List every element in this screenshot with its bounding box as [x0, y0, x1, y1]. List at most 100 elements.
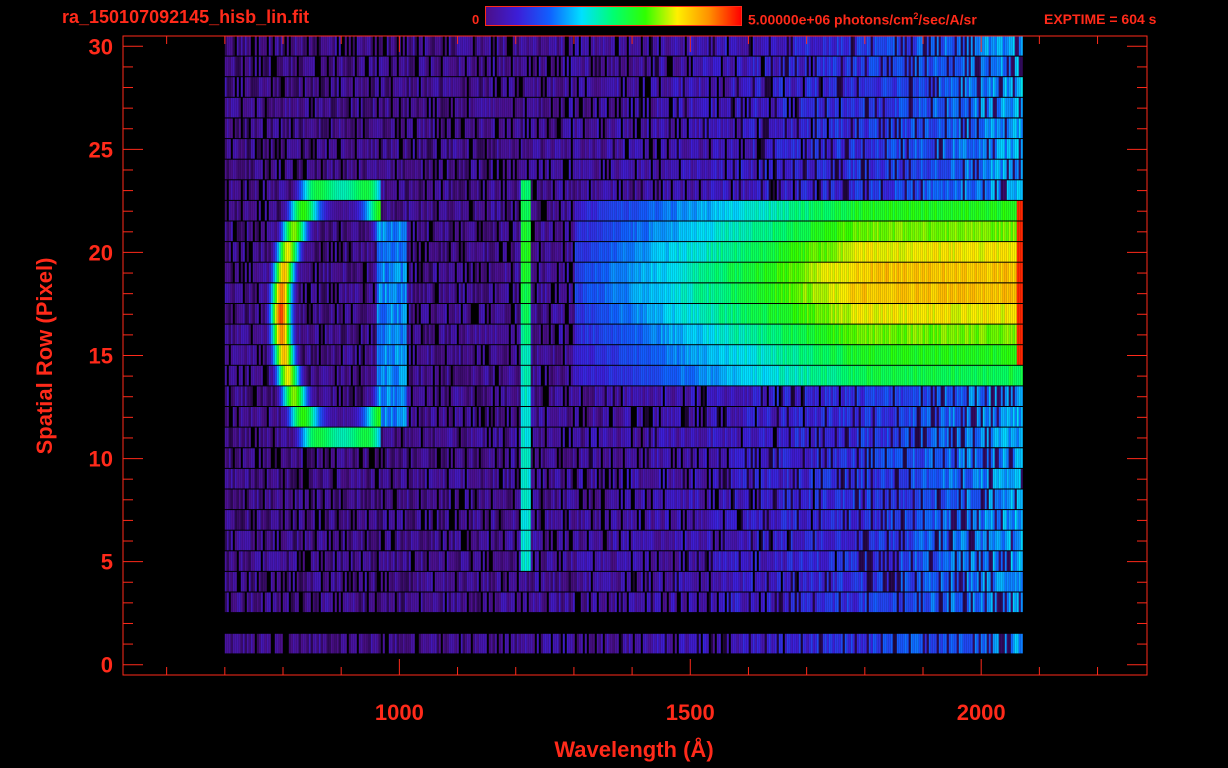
heatmap-cell — [804, 633, 807, 654]
heatmap-cell — [364, 592, 367, 613]
heatmap-cell — [792, 448, 795, 468]
heatmap-cell — [682, 448, 685, 468]
heatmap-cell — [734, 489, 737, 510]
heatmap-cell — [348, 407, 351, 427]
heatmap-cell — [972, 386, 975, 406]
heatmap-cell — [556, 592, 559, 613]
heatmap-cell — [238, 489, 241, 510]
heatmap-cell — [576, 571, 579, 592]
heatmap-cell — [396, 345, 399, 365]
heatmap-cell — [652, 407, 655, 427]
heatmap-cell — [906, 489, 909, 510]
heatmap-cell — [998, 448, 1001, 468]
heatmap-cell — [316, 345, 319, 365]
heatmap-cell — [792, 386, 795, 406]
heatmap-cell — [694, 345, 697, 365]
heatmap-cell — [764, 530, 767, 551]
heatmap-cell — [866, 365, 869, 386]
heatmap-cell — [758, 571, 761, 592]
heatmap-cell — [760, 468, 763, 489]
heatmap-cell — [818, 592, 821, 613]
heatmap-cell — [482, 345, 485, 365]
heatmap-cell — [798, 510, 801, 530]
heatmap-cell — [972, 468, 975, 489]
heatmap-cell — [920, 510, 923, 530]
heatmap-cell — [868, 489, 871, 510]
heatmap-cell — [800, 633, 803, 654]
heatmap-cell — [726, 530, 729, 551]
heatmap-cell — [460, 571, 463, 592]
heatmap-cell — [560, 407, 563, 427]
heatmap-cell — [324, 551, 327, 571]
heatmap-cell — [746, 530, 749, 551]
heatmap-cell — [280, 365, 283, 386]
heatmap-cell — [794, 407, 797, 427]
heatmap-cell — [760, 633, 763, 654]
heatmap-cell — [496, 592, 499, 613]
heatmap-cell — [408, 551, 411, 571]
heatmap-cell — [750, 551, 753, 571]
heatmap-cell — [568, 345, 571, 365]
heatmap-cell — [278, 571, 281, 592]
heatmap-cell — [392, 407, 395, 427]
heatmap-cell — [910, 365, 913, 386]
heatmap-cell — [544, 551, 547, 571]
heatmap-cell — [390, 427, 393, 448]
heatmap-cell — [264, 386, 267, 406]
heatmap-cell — [576, 510, 579, 530]
heatmap-cell — [844, 448, 847, 468]
heatmap-cell — [916, 448, 919, 468]
heatmap-cell — [878, 571, 881, 592]
heatmap-cell — [548, 592, 551, 613]
heatmap-cell — [778, 448, 781, 468]
heatmap-cell — [922, 427, 925, 448]
heatmap-cell — [446, 510, 449, 530]
heatmap-cell — [784, 386, 787, 406]
heatmap-cell — [286, 592, 289, 613]
heatmap-cell — [542, 427, 545, 448]
heatmap-cell — [242, 386, 245, 406]
heatmap-cell — [738, 448, 741, 468]
heatmap-cell — [736, 448, 739, 468]
heatmap-cell — [642, 530, 645, 551]
heatmap-cell — [252, 345, 255, 365]
heatmap-cell — [536, 489, 539, 510]
heatmap-cell — [446, 386, 449, 406]
heatmap-cell — [846, 489, 849, 510]
heatmap-cell — [562, 489, 565, 510]
heatmap-cell — [860, 571, 863, 592]
heatmap-cell — [510, 407, 513, 427]
heatmap-cell — [684, 592, 687, 613]
heatmap-cell — [592, 365, 595, 386]
heatmap-cell — [932, 571, 935, 592]
heatmap-cell — [914, 510, 917, 530]
heatmap-cell — [888, 407, 891, 427]
heatmap-cell — [930, 386, 933, 406]
heatmap-cell — [1012, 633, 1015, 654]
heatmap-cell — [272, 468, 275, 489]
heatmap-cell — [704, 468, 707, 489]
heatmap-cell — [408, 530, 411, 551]
heatmap-cell — [686, 386, 689, 406]
heatmap-cell — [448, 551, 451, 571]
heatmap-cell — [758, 365, 761, 386]
heatmap-cell — [424, 448, 427, 468]
heatmap-cell — [438, 345, 441, 365]
heatmap-cell — [282, 530, 285, 551]
heatmap-cell — [724, 489, 727, 510]
heatmap-cell — [764, 427, 767, 448]
heatmap-cell — [226, 592, 229, 613]
heatmap-cell — [280, 407, 283, 427]
heatmap-cell — [996, 468, 999, 489]
heatmap-cell — [480, 510, 483, 530]
heatmap-cell — [332, 510, 335, 530]
heatmap-cell — [766, 571, 769, 592]
heatmap-cell — [680, 386, 683, 406]
heatmap-cell — [438, 407, 441, 427]
heatmap-cell — [1000, 489, 1003, 510]
heatmap-cell — [804, 345, 807, 365]
heatmap-cell — [286, 427, 289, 448]
heatmap-cell — [242, 427, 245, 448]
heatmap-cell — [576, 530, 579, 551]
heatmap-cell — [648, 530, 651, 551]
